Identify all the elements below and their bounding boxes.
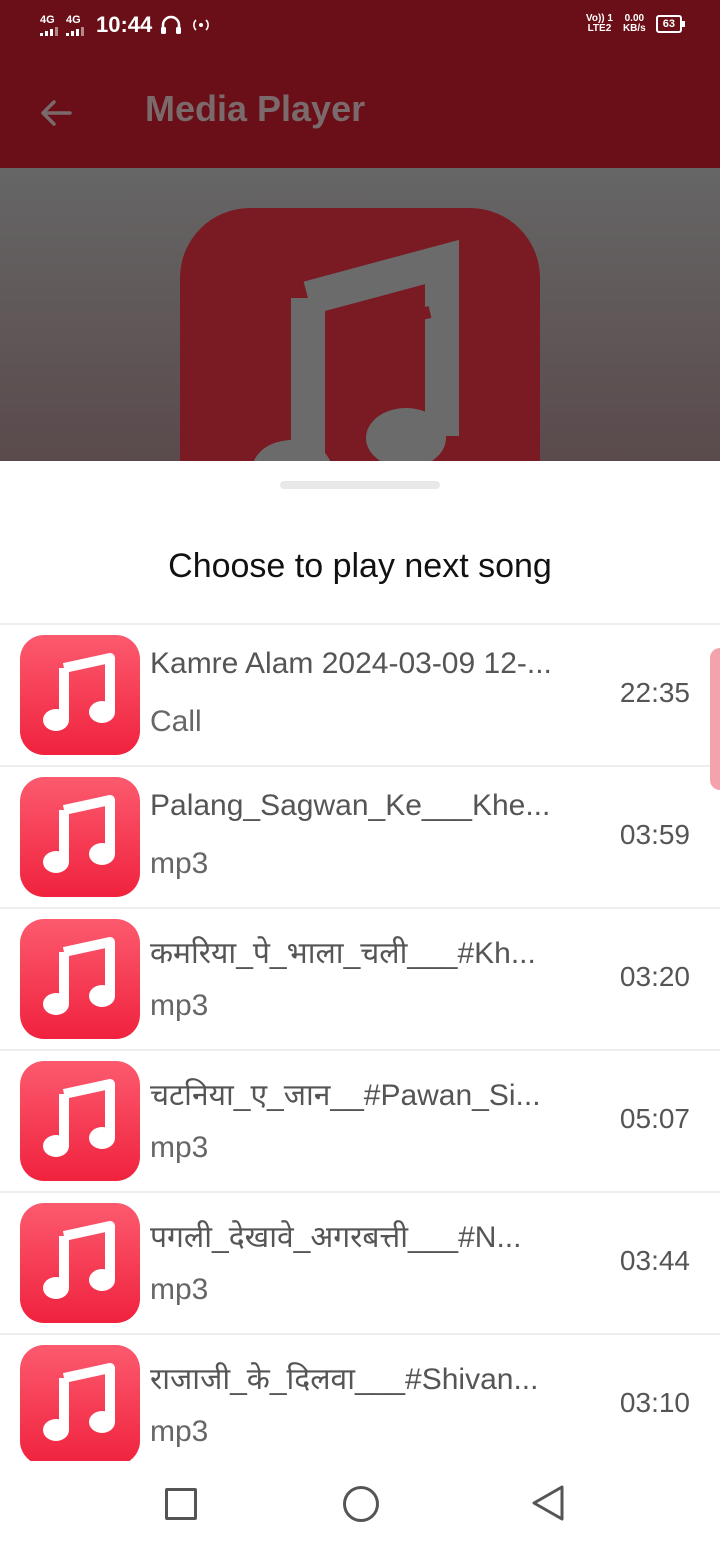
song-thumbnail: [20, 635, 140, 755]
clock: 10:44: [96, 12, 153, 37]
bottom-sheet: Choose to play next song Kamre Alam 2024…: [0, 461, 720, 1477]
song-title: राजाजी_के_दिलवा___#Shivan...: [150, 1363, 539, 1396]
song-row[interactable]: राजाजी_के_दिलवा___#Shivan... mp3 03:10: [0, 1335, 720, 1477]
speed-unit: KB/s: [622, 23, 646, 34]
song-subtitle: mp3: [150, 847, 209, 880]
music-note-icon: [42, 650, 118, 741]
music-note-icon: [253, 239, 459, 461]
song-thumbnail: [20, 777, 140, 897]
status-right: Vo)) 1 LTE2 0.00 KB/s 63: [586, 14, 686, 34]
signal-sim2: 4G: [66, 13, 84, 36]
album-art: [180, 208, 540, 461]
song-subtitle: mp3: [150, 1273, 209, 1306]
song-duration: 03:44: [619, 1245, 690, 1276]
song-title: चटनिया_ए_जान__#Pawan_Si...: [150, 1079, 541, 1112]
hotspot-icon: [193, 19, 210, 31]
triangle-back-icon[interactable]: [530, 1483, 566, 1523]
song-title: Palang_Sagwan_Ke___Khe...: [150, 789, 551, 822]
battery-level: 63: [662, 18, 675, 30]
song-title: कमरिया_पे_भाला_चली___#Kh...: [150, 937, 536, 970]
signal-bars-icon: [66, 26, 84, 36]
music-note-icon: [42, 1218, 118, 1309]
album-art-area: [0, 168, 720, 461]
song-list: Kamre Alam 2024-03-09 12-... Call 22:35 Pal…: [0, 625, 720, 1477]
page-title: Media Player: [145, 88, 366, 129]
music-note-icon: [42, 1360, 118, 1451]
music-note-icon: [42, 934, 118, 1025]
song-row[interactable]: पगली_देखावे_अगरबत्ती___#N... mp3 03:44: [0, 1193, 720, 1335]
circle-icon[interactable]: [343, 1486, 379, 1522]
song-thumbnail: [20, 919, 140, 1039]
song-subtitle: mp3: [150, 989, 209, 1022]
sim2-label: 4G: [66, 13, 81, 26]
song-thumbnail: [20, 1345, 140, 1465]
sheet-title: Choose to play next song: [168, 547, 552, 585]
song-duration: 22:35: [619, 677, 690, 708]
music-note-icon: [42, 792, 118, 883]
song-duration: 05:07: [619, 1103, 690, 1134]
song-thumbnail: [20, 1061, 140, 1181]
signal-sim1: 4G: [40, 13, 58, 36]
song-title: पगली_देखावे_अगरबत्ती___#N...: [150, 1221, 522, 1254]
sheet-drag-handle[interactable]: [280, 481, 440, 489]
lte-label: LTE2: [587, 23, 612, 34]
song-row[interactable]: Kamre Alam 2024-03-09 12-... Call 22:35: [0, 625, 720, 767]
network-speed: 0.00 KB/s: [623, 14, 646, 34]
arrow-left-icon[interactable]: [36, 93, 76, 133]
status-bar: 4G 4G 10:44 Vo)) 1 LTE2 0.00 KB/s 63: [0, 0, 720, 58]
app-bar: Media Player: [0, 58, 720, 168]
song-thumbnail: [20, 1203, 140, 1323]
signal-bars-icon: [40, 26, 58, 36]
song-duration: 03:59: [619, 819, 690, 850]
music-note-icon: [42, 1076, 118, 1167]
scrollbar[interactable]: [710, 648, 720, 790]
song-duration: 03:10: [619, 1387, 690, 1418]
volte-indicator: Vo)) 1 LTE2: [586, 14, 613, 34]
song-title: Kamre Alam 2024-03-09 12-...: [150, 647, 552, 680]
song-row[interactable]: Palang_Sagwan_Ke___Khe... mp3 03:59: [0, 767, 720, 909]
battery-icon: 63: [655, 15, 686, 33]
sim1-label: 4G: [40, 13, 55, 26]
song-subtitle: mp3: [150, 1131, 209, 1164]
song-row[interactable]: चटनिया_ए_जान__#Pawan_Si... mp3 05:07: [0, 1051, 720, 1193]
square-icon[interactable]: [165, 1488, 197, 1520]
song-subtitle: Call: [150, 705, 202, 738]
headphones-icon: [161, 15, 182, 34]
song-subtitle: mp3: [150, 1415, 209, 1448]
song-duration: 03:20: [619, 961, 690, 992]
status-left: 4G 4G 10:44: [40, 12, 212, 38]
song-row[interactable]: कमरिया_पे_भाला_चली___#Kh... mp3 03:20: [0, 909, 720, 1051]
navigation-bar: [0, 1461, 720, 1544]
